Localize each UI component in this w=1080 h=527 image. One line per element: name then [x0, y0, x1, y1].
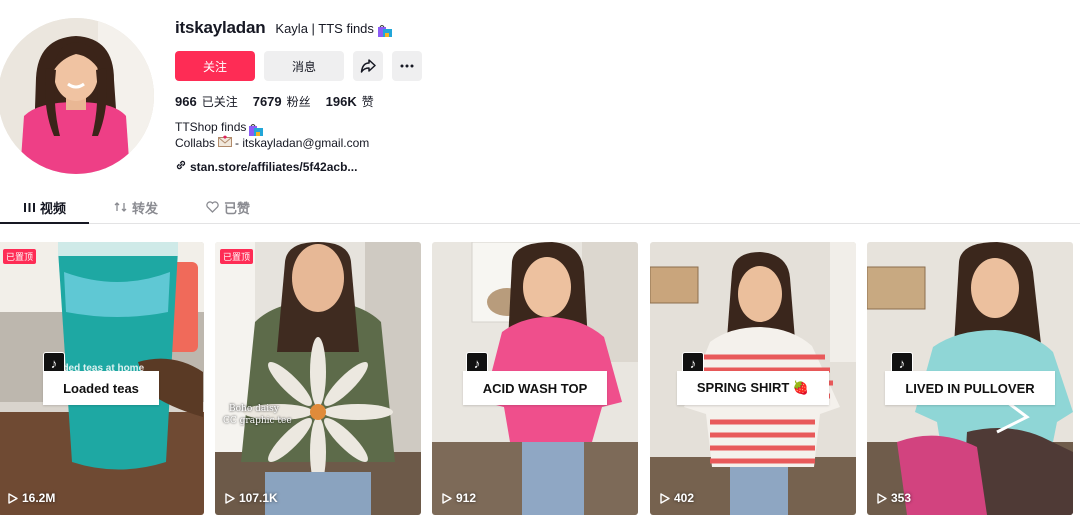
profile-nickname-text: Kayla | TTS finds	[275, 21, 374, 36]
video-caption: LIVED IN PULLOVER	[885, 371, 1055, 405]
profile-avatar[interactable]	[0, 18, 154, 174]
repost-icon	[114, 202, 127, 212]
tab-reposts[interactable]: 转发	[114, 190, 158, 224]
video-caption-box: Loaded teas	[0, 371, 204, 405]
shopping-bags-icon	[249, 123, 264, 136]
likes-stat: 196K 赞	[326, 93, 374, 110]
bio-line-2-prefix: Collabs	[175, 135, 216, 150]
video-caption: SPRING SHIRT 🍓	[676, 371, 830, 405]
active-tab-indicator	[0, 222, 89, 224]
overlay-line-2: CC graphic tee	[223, 416, 292, 426]
video-caption: ACID WASH TOP	[462, 371, 608, 405]
video-views: 402	[660, 491, 694, 505]
message-button[interactable]: 消息	[264, 51, 344, 81]
video-card[interactable]: ♪ SPRING SHIRT 🍓 402	[650, 242, 856, 515]
video-views: 107.1K	[225, 491, 278, 505]
tab-videos-label: 视频	[40, 200, 67, 216]
video-caption-box: SPRING SHIRT 🍓	[650, 371, 856, 405]
video-caption: Loaded teas	[43, 371, 159, 405]
link-icon	[175, 159, 187, 174]
follow-button[interactable]: 关注	[175, 51, 255, 81]
following-count: 966	[175, 94, 197, 109]
profile-link[interactable]: stan.store/affiliates/5f42acb...	[175, 159, 675, 174]
profile-nickname: Kayla | TTS finds	[275, 21, 392, 37]
profile-info: itskayladan Kayla | TTS finds 关注 消息 966 已…	[175, 18, 675, 174]
play-icon	[225, 492, 235, 504]
video-view-count: 353	[891, 491, 912, 505]
share-icon	[360, 59, 376, 73]
play-icon	[8, 492, 18, 504]
video-views: 353	[877, 491, 911, 505]
profile-tabs: 视频 转发 已赞	[0, 190, 1080, 224]
envelope-icon	[218, 135, 233, 151]
grid-icon	[24, 202, 35, 212]
following-label: 已关注	[201, 95, 238, 109]
video-view-count: 402	[674, 491, 695, 505]
more-dots-icon	[400, 64, 414, 68]
likes-count: 196K	[325, 94, 357, 109]
profile-stats: 966 已关注 7679 粉丝 196K 赞	[175, 93, 675, 110]
pinned-badge: 已置顶	[3, 249, 37, 264]
bio-line-2-suffix: - itskayladan@gmail.com	[235, 135, 370, 150]
play-icon	[442, 492, 452, 504]
tab-liked[interactable]: 已赞	[206, 190, 250, 224]
video-view-count: 16.2M	[22, 491, 56, 505]
profile-link-text[interactable]: stan.store/affiliates/5f42acb...	[190, 160, 357, 174]
overlay-line-1: Boho daisy	[229, 404, 279, 414]
video-card[interactable]: 已置顶 loaded teas at home ♪ Loaded teas 16…	[0, 242, 204, 515]
play-icon	[877, 492, 887, 504]
followers-stat[interactable]: 7679 粉丝	[253, 93, 311, 110]
following-stat[interactable]: 966 已关注	[175, 93, 238, 110]
tab-reposts-label: 转发	[132, 200, 159, 216]
play-icon	[660, 492, 670, 504]
bio-line-1: TTShop finds	[175, 120, 247, 134]
followers-label: 粉丝	[286, 95, 311, 109]
share-button[interactable]	[353, 51, 383, 81]
video-caption-box: ACID WASH TOP	[432, 371, 638, 405]
likes-label: 赞	[361, 95, 374, 109]
tab-liked-label: 已赞	[224, 200, 251, 216]
video-card[interactable]: ♪ LIVED IN PULLOVER 353	[867, 242, 1073, 515]
video-views: 16.2M	[8, 491, 55, 505]
video-card[interactable]: 已置顶 Boho daisy CC graphic tee 107.1K	[215, 242, 421, 515]
more-options-button[interactable]	[392, 51, 422, 81]
video-overlay-text: Boho daisy CC graphic tee	[223, 403, 292, 427]
profile-username: itskayladan	[175, 18, 266, 37]
followers-count: 7679	[252, 94, 282, 109]
video-card[interactable]: ♪ ACID WASH TOP 912	[432, 242, 638, 515]
heart-outline-icon	[206, 201, 219, 213]
video-view-count: 912	[456, 491, 477, 505]
pinned-badge: 已置顶	[220, 249, 254, 264]
shopping-bags-icon	[377, 24, 392, 37]
video-caption-box: LIVED IN PULLOVER	[867, 371, 1073, 405]
video-view-count: 107.1K	[239, 491, 278, 505]
tab-videos[interactable]: 视频	[24, 190, 66, 224]
profile-bio: TTShop finds Collabs - itskayladan@gmail…	[175, 120, 675, 151]
video-views: 912	[442, 491, 476, 505]
video-thumbnail	[215, 242, 421, 515]
